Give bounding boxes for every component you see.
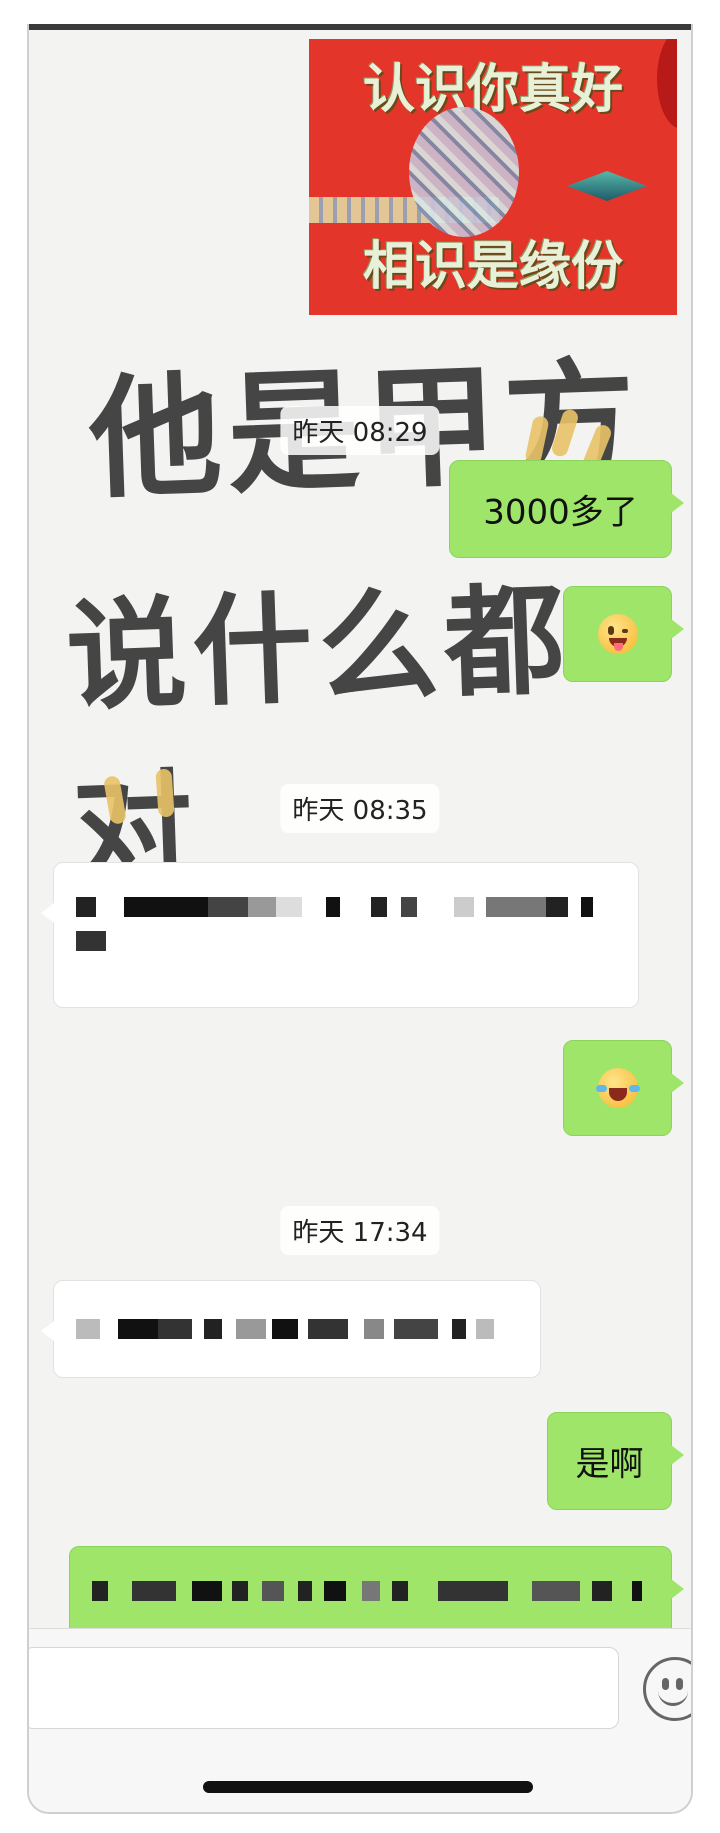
- sticker-title-bottom: 相识是缘份: [362, 236, 623, 297]
- chinese-knot-icon: [409, 107, 519, 237]
- laughing-crying-emoji-icon: [595, 1068, 640, 1108]
- message-bubble-outgoing[interactable]: [563, 586, 684, 682]
- smile-face-icon[interactable]: [643, 1657, 691, 1721]
- diamond-decoration-icon: [567, 171, 647, 201]
- message-text: 3000多了: [483, 492, 638, 533]
- timestamp: 昨天 08:35: [280, 784, 440, 833]
- message-bubble-outgoing[interactable]: [563, 1040, 684, 1136]
- wallpaper-dash: [155, 768, 175, 818]
- timestamp: 昨天 17:34: [280, 1206, 440, 1255]
- pixelated-text: [92, 1581, 649, 1603]
- sticker-image-message[interactable]: 认识你真好 相识是缘份: [309, 39, 677, 315]
- message-bubble-outgoing[interactable]: 是啊: [547, 1412, 684, 1510]
- winking-tongue-emoji-icon: [597, 614, 638, 654]
- message-bubble-outgoing[interactable]: [69, 1546, 684, 1636]
- pixelated-text: [76, 897, 616, 977]
- message-input[interactable]: [29, 1647, 619, 1729]
- pixelated-text: [76, 1319, 518, 1341]
- phone-frame: 他是甲方 说什么都对 认识你真好 相识是缘份 昨天 08:29 3000多了: [27, 24, 693, 1814]
- input-bar: [29, 1628, 691, 1812]
- message-bubble-outgoing[interactable]: 3000多了: [449, 460, 684, 558]
- top-border: [29, 24, 691, 30]
- timestamp: 昨天 08:29: [280, 406, 440, 455]
- message-bubble-incoming[interactable]: [41, 862, 639, 1008]
- home-indicator[interactable]: [203, 1781, 533, 1793]
- message-bubble-incoming[interactable]: [41, 1280, 541, 1378]
- message-text: 是啊: [575, 1444, 644, 1485]
- sticker-title-top: 认识你真好: [362, 59, 623, 120]
